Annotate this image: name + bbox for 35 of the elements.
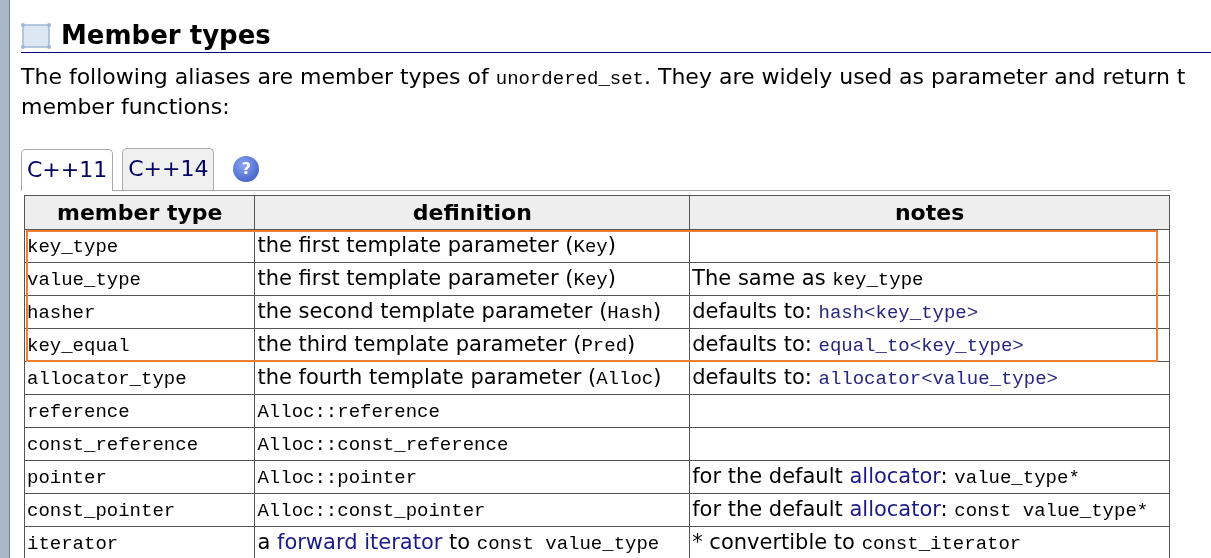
table-cell: The same as key_type — [689, 262, 1170, 296]
column-header: member type — [24, 195, 255, 230]
table-cell: allocator_type — [24, 361, 255, 395]
section-icon — [21, 22, 51, 49]
version-tab[interactable]: C++14 — [122, 148, 215, 191]
table-cell: Alloc::pointer — [254, 460, 690, 494]
link[interactable]: allocator — [849, 497, 941, 522]
code-link[interactable]: equal_to<key_type> — [818, 335, 1024, 358]
table-cell: for the default allocator: value_type* — [689, 460, 1170, 494]
table-cell: pointer — [24, 460, 255, 494]
table-cell: the fourth template parameter (Alloc) — [254, 361, 690, 395]
column-header: notes — [689, 195, 1170, 230]
link[interactable]: allocator — [849, 464, 941, 489]
version-tab[interactable]: C++11 — [21, 149, 114, 192]
section-title: Member types — [61, 20, 271, 52]
code-link[interactable]: allocator<value_type> — [818, 368, 1058, 391]
table-cell: Alloc::reference — [254, 394, 690, 428]
column-header: definition — [254, 195, 690, 230]
table-cell: reference — [24, 394, 255, 428]
table-cell: iterator — [24, 526, 255, 558]
code-link[interactable]: hash<key_type> — [818, 302, 979, 325]
table-cell: const_pointer — [24, 493, 255, 527]
table-cell: defaults to: allocator<value_type> — [689, 361, 1170, 395]
table-cell: hasher — [24, 295, 255, 329]
table-cell: the first template parameter (Key) — [254, 262, 690, 296]
table-cell: Alloc::const_pointer — [254, 493, 690, 527]
table-cell: Alloc::const_reference — [254, 427, 690, 461]
table-cell: the second template parameter (Hash) — [254, 295, 690, 329]
table-cell: defaults to: hash<key_type> — [689, 295, 1170, 329]
intro-text: The following aliases are member types of unordered_set. They are widely used as parameter and return t member functions: — [21, 63, 1187, 121]
table-cell: const_reference — [24, 427, 255, 461]
table-cell: key_equal — [24, 328, 255, 362]
link[interactable]: forward iterator — [277, 530, 443, 555]
table-cell: value_type — [24, 262, 255, 296]
table-cell: for the default allocator: const value_type* — [689, 493, 1170, 527]
